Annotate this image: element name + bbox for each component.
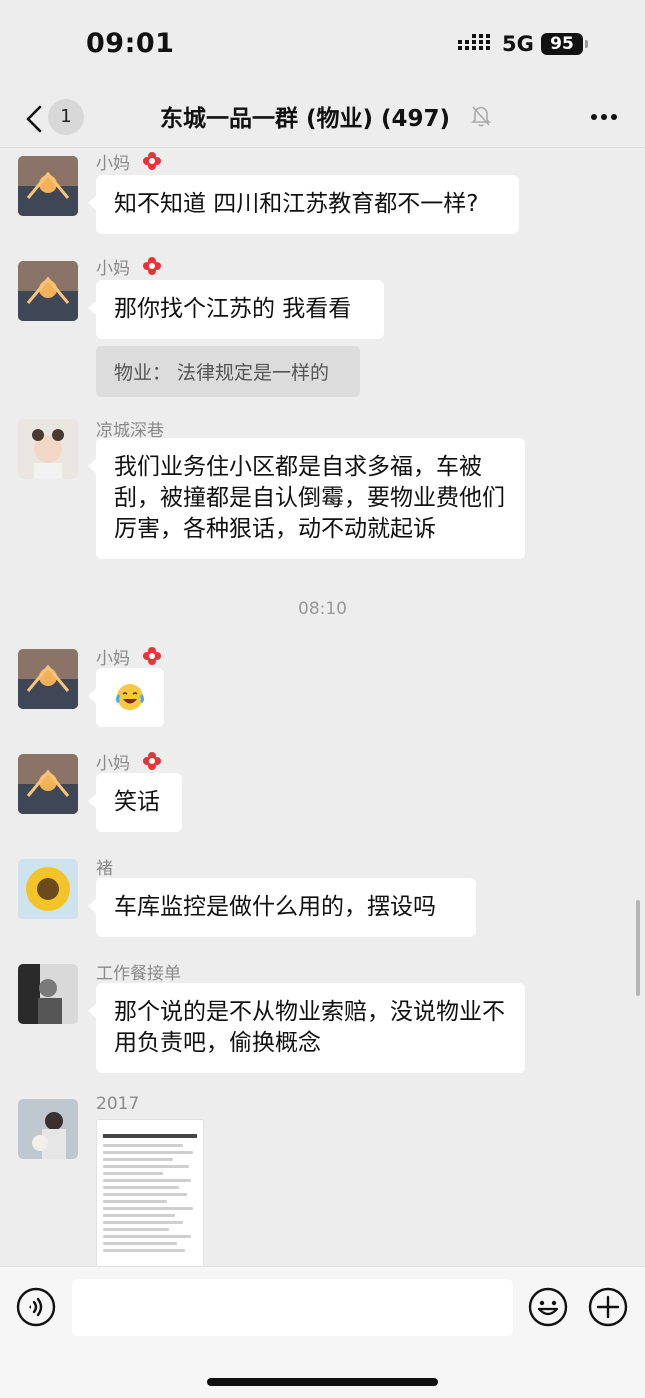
- message-bubble[interactable]: 那你找个江苏的 我看看: [88, 280, 384, 339]
- message-bubble[interactable]: 车库监控是做什么用的，摆设吗: [88, 878, 476, 937]
- message-bubble[interactable]: [88, 668, 164, 727]
- avatar[interactable]: [18, 156, 78, 216]
- laughing-crying-emoji: [116, 684, 144, 710]
- time-separator: 08:10: [298, 599, 347, 619]
- voice-icon[interactable]: [16, 1287, 56, 1327]
- sender-name: 2017: [96, 1094, 140, 1114]
- avatar[interactable]: [18, 964, 78, 1024]
- status-time: 09:01: [86, 28, 175, 59]
- input-bar: [0, 1266, 645, 1398]
- sender-name: 褚: [96, 859, 113, 879]
- flower-badge-icon: [143, 257, 161, 275]
- more-button[interactable]: [584, 102, 624, 132]
- bell-muted-icon: [471, 106, 491, 127]
- message-input[interactable]: [72, 1279, 513, 1336]
- sender-name: 小妈: [96, 649, 130, 669]
- avatar[interactable]: [18, 419, 78, 479]
- back-button[interactable]: 1: [18, 96, 88, 140]
- scrollbar[interactable]: [636, 900, 640, 996]
- quoted-reply[interactable]: 物业： 法律规定是一样的: [96, 346, 360, 397]
- message-bubble[interactable]: 那个说的是不从物业索赔，没说物业不用负责吧，偷换概念: [88, 983, 525, 1073]
- sender-name: 小妈: [96, 259, 130, 279]
- sender-name: 小妈: [96, 754, 130, 774]
- network-type: 5G: [502, 32, 534, 56]
- sender-name: 工作餐接单: [96, 964, 181, 984]
- avatar[interactable]: [18, 1099, 78, 1159]
- plus-icon[interactable]: [588, 1287, 628, 1327]
- battery-nub: [585, 40, 588, 48]
- avatar[interactable]: [18, 859, 78, 919]
- signal-icon: [458, 34, 490, 50]
- sender-name: 小妈: [96, 154, 130, 174]
- chat-title[interactable]: 东城一品一群 (物业) (497): [140, 99, 470, 133]
- message-bubble[interactable]: 知不知道 四川和江苏教育都不一样?: [88, 175, 519, 234]
- avatar[interactable]: [18, 649, 78, 709]
- chevron-left-icon: [26, 105, 42, 133]
- chat-nav-bar: 1 东城一品一群 (物业) (497): [0, 90, 645, 148]
- avatar[interactable]: [18, 261, 78, 321]
- home-indicator[interactable]: [207, 1378, 438, 1386]
- screenshot-image[interactable]: [96, 1119, 204, 1266]
- emoji-icon[interactable]: [528, 1287, 568, 1327]
- unread-count-badge: 1: [48, 99, 84, 135]
- avatar[interactable]: [18, 754, 78, 814]
- message-bubble[interactable]: 笑话: [88, 773, 182, 832]
- message-bubble[interactable]: 我们业务住小区都是自求多福，车被刮，被撞都是自认倒霉，要物业费他们厉害，各种狠话…: [88, 438, 525, 559]
- flower-badge-icon: [143, 647, 161, 665]
- flower-badge-icon: [143, 152, 161, 170]
- flower-badge-icon: [143, 752, 161, 770]
- status-bar: 09:01 5G 95: [0, 0, 645, 90]
- battery-level: 95: [541, 33, 583, 55]
- message-list[interactable]: 小妈 知不知道 四川和江苏教育都不一样? 小妈 那你找个江苏的 我看看 物业： …: [0, 149, 645, 1266]
